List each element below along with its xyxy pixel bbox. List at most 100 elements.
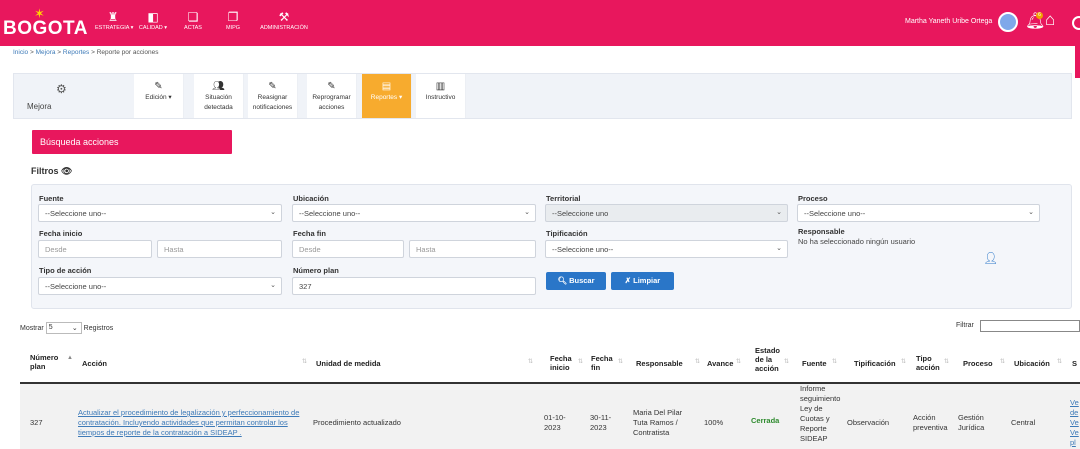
cell-extra-links[interactable]: Ve de Ve Ve pl xyxy=(1070,398,1080,448)
chevron-down-icon: ⌄ xyxy=(776,209,782,216)
numero-plan-input[interactable]: 327 xyxy=(292,277,536,295)
fecha-inicio-hasta-input[interactable]: Hasta xyxy=(157,240,282,258)
col-fuente[interactable]: Fuente xyxy=(802,359,827,368)
user-name[interactable]: Martha Yaneth Uribe Ortega xyxy=(905,18,992,25)
page-size-control: Mostrar 5 ⌄ Registros xyxy=(20,322,114,334)
edicion-button[interactable]: ✎ Edición ▾ xyxy=(134,74,184,118)
col-numero-plan[interactable]: Número plan xyxy=(30,353,70,371)
sort-icon: ⇅ xyxy=(1057,359,1063,365)
cell-estado: Cerrada xyxy=(751,416,780,425)
limpiar-button[interactable]: ✗ Limpiar xyxy=(611,272,674,290)
fuente-select[interactable]: --Seleccione uno-- ⌄ xyxy=(38,204,282,222)
avatar[interactable] xyxy=(998,12,1018,32)
report-icon: ▤ xyxy=(381,81,392,92)
col-fecha-fin[interactable]: Fecha fin xyxy=(591,354,615,372)
row-link[interactable]: pl xyxy=(1070,438,1080,448)
breadcrumb-mejora[interactable]: Mejora xyxy=(36,49,56,56)
page-size-select[interactable]: 5 ⌄ xyxy=(45,322,82,334)
sort-asc-icon: ▲ xyxy=(67,355,73,361)
col-avance[interactable]: Avance xyxy=(707,359,733,368)
buscar-button[interactable]: 🔍︎ Buscar xyxy=(546,272,606,290)
col-extra[interactable]: S xyxy=(1072,359,1077,368)
sort-icon: ⇅ xyxy=(832,359,838,365)
nav-administracion[interactable]: ⚒ ADMINISTRACIÓN xyxy=(255,0,313,46)
chevron-down-icon: ⌄ xyxy=(71,325,78,332)
breadcrumb-home[interactable]: Inicio xyxy=(13,49,28,56)
search-icon: 🔍︎ xyxy=(557,276,567,285)
side-tab[interactable] xyxy=(1075,46,1080,78)
sort-icon: ⇅ xyxy=(901,359,907,365)
cell-fecha-inicio: 01-10-2023 xyxy=(544,413,566,432)
notification-badge: 6 xyxy=(1036,12,1043,19)
col-ubicacion[interactable]: Ubicación xyxy=(1014,359,1050,368)
people-icon: 👥︎ xyxy=(212,81,225,92)
row-link[interactable]: Ve xyxy=(1070,428,1080,438)
col-responsable[interactable]: Responsable xyxy=(636,359,683,368)
top-navbar: ✶ BOGOTA ♜ ESTRATEGIA ▾ ◧ CALIDAD ▾ ❏ AC… xyxy=(0,0,1080,46)
filtrar-label: Filtrar xyxy=(956,322,974,329)
nav-calidad[interactable]: ◧ CALIDAD ▾ xyxy=(135,0,171,46)
chevron-down-icon: ⌄ xyxy=(776,245,782,252)
nav-mipg[interactable]: ❐ MIPG xyxy=(215,0,251,46)
row-link[interactable]: Ve xyxy=(1070,398,1080,408)
nav-estrategia[interactable]: ♜ ESTRATEGIA ▾ xyxy=(95,0,133,46)
situacion-detectada-button[interactable]: 👥︎ Situación detectada xyxy=(194,74,244,118)
sort-icon: ⇅ xyxy=(618,359,624,365)
sort-icon: ⇅ xyxy=(736,359,742,365)
sort-icon: ⇅ xyxy=(695,359,701,365)
col-proceso[interactable]: Proceso xyxy=(963,359,993,368)
reprogramar-acciones-button[interactable]: ✎ Reprogramar acciones xyxy=(307,74,357,118)
col-tipificacion[interactable]: Tipificación xyxy=(854,359,896,368)
sort-icon: ⇅ xyxy=(944,359,950,365)
filters-title[interactable]: Filtros 👁︎ xyxy=(31,166,72,177)
power-icon[interactable] xyxy=(1072,16,1080,30)
mipg-icon: ❐ xyxy=(227,10,239,24)
fecha-fin-desde-input[interactable]: Desde xyxy=(292,240,404,258)
instructivo-button[interactable]: ▥ Instructivo xyxy=(416,74,466,118)
minutes-icon: ❏ xyxy=(187,10,199,24)
eye-slash-icon[interactable]: 👁︎ xyxy=(61,166,72,176)
sort-icon: ⇅ xyxy=(528,359,534,365)
territorial-select[interactable]: --Seleccione uno ⌄ xyxy=(545,204,788,222)
book-icon: ▥ xyxy=(435,81,446,92)
bogota-logo[interactable]: BOGOTA xyxy=(3,18,88,40)
busqueda-acciones-tab[interactable]: Búsqueda acciones xyxy=(32,130,232,154)
fuente-label: Fuente xyxy=(39,194,64,203)
nav-actas[interactable]: ❏ ACTAS xyxy=(175,0,211,46)
breadcrumb-reportes[interactable]: Reportes xyxy=(63,49,89,56)
fecha-inicio-desde-input[interactable]: Desde xyxy=(38,240,152,258)
territorial-label: Territorial xyxy=(546,194,581,203)
col-tipo-accion[interactable]: Tipo acción xyxy=(916,354,942,372)
cell-fuente: Informe seguimiento Ley de Cuotas y Repo… xyxy=(800,384,841,443)
ubicacion-label: Ubicación xyxy=(293,194,329,203)
row-link[interactable]: Ve xyxy=(1070,418,1080,428)
col-unidad-medida[interactable]: Unidad de medida xyxy=(316,359,381,368)
proceso-select[interactable]: --Seleccione uno-- ⌄ xyxy=(797,204,1040,222)
row-link[interactable]: de xyxy=(1070,408,1080,418)
proceso-label: Proceso xyxy=(798,194,828,203)
reasignar-notificaciones-button[interactable]: ✎ Reasignar notificaciones xyxy=(248,74,298,118)
tipo-accion-select[interactable]: --Seleccione uno-- ⌄ xyxy=(38,277,282,295)
table-row: 327 Actualizar el procedimiento de legal… xyxy=(20,384,1080,449)
table-header: Número plan ▲ Acción ⇅ Unidad de medida … xyxy=(20,344,1080,384)
cell-accion-link[interactable]: Actualizar el procedimiento de legalizac… xyxy=(78,408,310,438)
cell-ubicacion: Central xyxy=(1011,418,1036,427)
cell-avance: 100% xyxy=(704,418,724,427)
fecha-fin-label: Fecha fin xyxy=(293,229,326,238)
cell-tipificacion: Observación xyxy=(847,418,890,427)
tipificacion-select[interactable]: --Seleccione uno-- ⌄ xyxy=(545,240,788,258)
ubicacion-select[interactable]: --Seleccione uno-- ⌄ xyxy=(292,204,536,222)
sort-icon: ⇅ xyxy=(302,359,308,365)
filtrar-input[interactable] xyxy=(980,320,1080,332)
reportes-button[interactable]: ▤ Reportes ▾ xyxy=(362,74,412,118)
fecha-fin-hasta-input[interactable]: Hasta xyxy=(409,240,536,258)
add-user-icon[interactable]: 👤︎ xyxy=(983,251,998,265)
col-fecha-inicio[interactable]: Fecha inicio xyxy=(550,354,576,372)
col-estado[interactable]: Estado de la acción xyxy=(755,346,785,373)
quality-icon: ◧ xyxy=(147,10,159,24)
home-icon[interactable]: ⌂ xyxy=(1045,10,1055,30)
responsable-value: No ha seleccionado ningún usuario xyxy=(798,237,916,246)
improvement-icon: ⚙ xyxy=(56,82,67,96)
col-accion[interactable]: Acción xyxy=(82,359,107,368)
module-toolbar: ⚙ Mejora ✎ Edición ▾ 👥︎ Situación detect… xyxy=(13,73,1072,119)
